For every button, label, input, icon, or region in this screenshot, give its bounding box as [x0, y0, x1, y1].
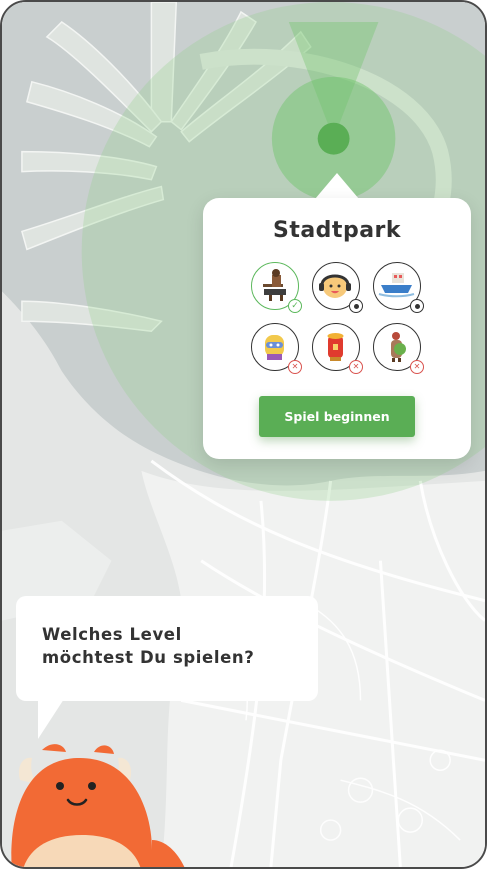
available-dot-icon: [349, 299, 363, 313]
level-5[interactable]: ✕: [312, 323, 363, 374]
completed-check-icon: ✓: [288, 299, 302, 313]
level-3[interactable]: [373, 262, 424, 313]
level-popup: Stadtpark ✓ ✕ ✕ ✕ Spiel beginnen: [203, 198, 471, 459]
speech-text: Welches Level möchtest Du spielen?: [42, 623, 302, 669]
popup-pointer: [315, 173, 359, 199]
level-4[interactable]: ✕: [251, 323, 302, 374]
speech-line-1: Welches Level: [42, 625, 182, 644]
locked-x-icon: ✕: [349, 360, 363, 374]
level-2[interactable]: [312, 262, 363, 313]
speech-line-2: möchtest Du spielen?: [42, 648, 255, 667]
locked-x-icon: ✕: [410, 360, 424, 374]
level-6[interactable]: ✕: [373, 323, 424, 374]
speech-bubble-tail: [38, 699, 64, 739]
locked-x-icon: ✕: [288, 360, 302, 374]
popup-title: Stadtpark: [272, 218, 402, 243]
speech-bubble: Welches Level möchtest Du spielen?: [16, 596, 318, 701]
phone-frame: Stadtpark ✓ ✕ ✕ ✕ Spiel beginnen Welches…: [0, 0, 487, 869]
level-1[interactable]: ✓: [251, 262, 302, 313]
available-dot-icon: [410, 299, 424, 313]
monster-mascot-icon: [11, 744, 185, 867]
start-game-button[interactable]: Spiel beginnen: [259, 396, 415, 437]
